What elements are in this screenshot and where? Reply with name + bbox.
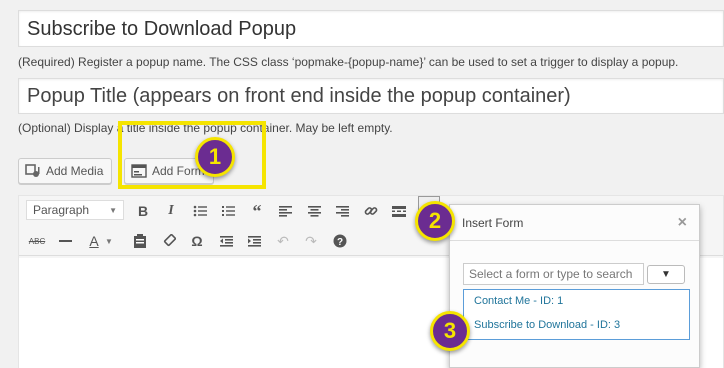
close-icon[interactable]: × bbox=[678, 214, 687, 232]
read-more-icon[interactable] bbox=[388, 200, 410, 222]
blockquote-icon[interactable]: “ bbox=[246, 200, 268, 222]
dialog-title: Insert Form bbox=[462, 215, 524, 230]
svg-text:?: ? bbox=[337, 237, 343, 248]
italic-icon[interactable]: I bbox=[160, 200, 182, 222]
align-left-icon[interactable] bbox=[274, 200, 296, 222]
form-select-toggle[interactable]: ▼ bbox=[647, 265, 685, 284]
redo-icon[interactable]: ↷ bbox=[300, 230, 322, 252]
link-icon[interactable] bbox=[360, 200, 382, 222]
add-form-highlight-box bbox=[118, 121, 266, 189]
form-option[interactable]: Contact Me - ID: 1 bbox=[464, 290, 689, 314]
chevron-down-icon: ▼ bbox=[661, 269, 671, 280]
media-icon bbox=[25, 164, 41, 178]
format-select-value: Paragraph bbox=[33, 203, 90, 217]
form-search-input[interactable]: Select a form or type to search bbox=[463, 263, 644, 285]
outdent-icon[interactable] bbox=[215, 230, 237, 252]
form-options-list: Contact Me - ID: 1 Subscribe to Download… bbox=[463, 289, 690, 340]
bold-icon[interactable]: B bbox=[132, 200, 154, 222]
help-icon[interactable]: ? bbox=[329, 230, 351, 252]
popup-name-description: (Required) Register a popup name. The CS… bbox=[18, 55, 679, 69]
special-character-icon[interactable]: Ω bbox=[186, 230, 208, 252]
indent-icon[interactable] bbox=[243, 230, 265, 252]
callout-badge-1: 1 bbox=[195, 137, 235, 177]
paste-text-icon[interactable] bbox=[129, 230, 151, 252]
align-center-icon[interactable] bbox=[303, 200, 325, 222]
horizontal-line-icon[interactable] bbox=[54, 230, 76, 252]
chevron-down-icon[interactable]: ▼ bbox=[103, 230, 115, 252]
add-media-label: Add Media bbox=[46, 164, 104, 178]
clear-formatting-icon[interactable] bbox=[158, 230, 180, 252]
add-media-button[interactable]: Add Media bbox=[18, 158, 113, 184]
text-color-icon[interactable]: A bbox=[83, 230, 105, 252]
bullet-list-icon[interactable] bbox=[189, 200, 211, 222]
undo-icon[interactable]: ↶ bbox=[272, 230, 294, 252]
insert-form-dialog: Insert Form × Select a form or type to s… bbox=[449, 204, 700, 368]
format-select[interactable]: Paragraph ▼ bbox=[26, 200, 124, 220]
popup-name-field[interactable]: Subscribe to Download Popup bbox=[18, 10, 724, 47]
numbered-list-icon[interactable] bbox=[217, 200, 239, 222]
callout-badge-3: 3 bbox=[430, 311, 470, 351]
align-right-icon[interactable] bbox=[331, 200, 353, 222]
callout-badge-2: 2 bbox=[415, 201, 455, 241]
form-option[interactable]: Subscribe to Download - ID: 3 bbox=[464, 314, 689, 338]
strikethrough-icon[interactable]: ABC bbox=[26, 230, 48, 252]
dialog-header: Insert Form × bbox=[450, 205, 699, 241]
chevron-down-icon: ▼ bbox=[109, 205, 117, 215]
popup-title-field[interactable]: Popup Title (appears on front end inside… bbox=[18, 78, 724, 114]
